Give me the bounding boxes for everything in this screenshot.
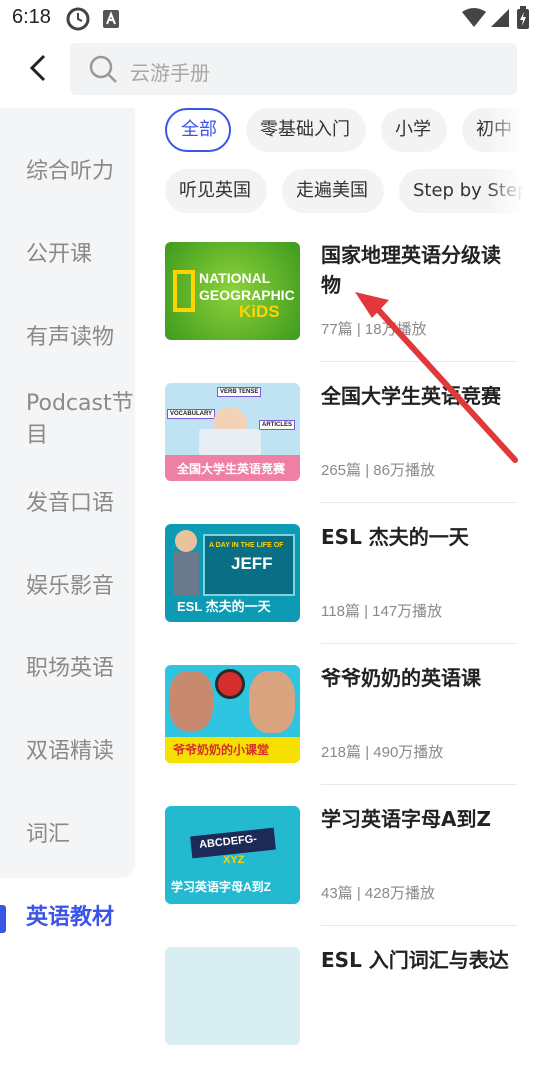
list-item[interactable]: ABCDEFG- XYZ 学习英语字母A到Z 学习英语字母A到Z 43篇 | 4… <box>165 806 517 947</box>
sidebar-item-vocabulary[interactable]: 词汇 <box>26 819 136 851</box>
divider <box>321 784 517 785</box>
competition-thumbnail: VERB TENSE VOCABULARY ARTICLES 全国大学生英语竞赛 <box>165 383 300 481</box>
nat-geo-kids-thumbnail: NATIONAL GEOGRAPHIC KiDS <box>165 242 300 340</box>
divider <box>321 643 517 644</box>
sidebar-item-audiobooks[interactable]: 有声读物 <box>26 322 136 354</box>
thumb-banner-text: 爷爷奶奶的小课堂 <box>173 743 270 757</box>
divider <box>321 502 517 503</box>
filter-chip-label: 零基础入门 <box>260 119 350 140</box>
sidebar-item-open-courses[interactable]: 公开课 <box>26 239 136 271</box>
sidebar-item-comprehensive-listening[interactable]: 综合听力 <box>26 156 136 188</box>
sidebar-active-indicator <box>0 905 6 933</box>
status-time: 6:18 <box>12 6 51 28</box>
chip-row-fade <box>486 108 540 152</box>
sidebar-item-bilingual-reading[interactable]: 双语精读 <box>26 736 136 768</box>
item-meta: 218篇 | 490万播放 <box>321 744 444 761</box>
esl-vocab-thumbnail <box>165 947 300 1045</box>
list-item[interactable]: ESL 入门词汇与表达 <box>165 947 517 1088</box>
nat-geo-logo-frame <box>173 270 195 312</box>
back-icon[interactable] <box>22 50 56 86</box>
thumb-tag: ARTICLES <box>259 420 295 430</box>
sync-icon <box>66 7 90 31</box>
jeff-thumbnail: A DAY IN THE LIFE OF JEFF ESL 杰夫的一天 <box>165 524 300 622</box>
divider <box>321 361 517 362</box>
item-meta: 43篇 | 428万播放 <box>321 885 435 902</box>
filter-chip-label: 小学 <box>395 119 431 140</box>
thumb-text: GEOGRAPHIC <box>199 287 295 303</box>
grandpa-face <box>169 671 213 731</box>
sidebar-item-entertainment[interactable]: 娱乐影音 <box>26 571 136 603</box>
filter-chip-across-america[interactable]: 走遍美国 <box>282 169 384 213</box>
sidebar-item-pronunciation[interactable]: 发音口语 <box>26 488 136 520</box>
laptop-illustration <box>199 429 261 455</box>
thumb-tag: VERB TENSE <box>217 387 262 397</box>
thumb-text: JEFF <box>231 554 273 573</box>
clock-icon <box>215 669 245 699</box>
battery-charging-icon <box>517 6 529 29</box>
sidebar-item-podcast[interactable]: Podcast节目 <box>26 388 136 452</box>
sidebar-item-textbooks[interactable]: 英语教材 <box>26 902 136 934</box>
filter-chip-primary[interactable]: 小学 <box>381 108 447 152</box>
sidebar-item-workplace-english[interactable]: 职场英语 <box>26 653 136 685</box>
chip-row-fade <box>486 169 540 213</box>
item-meta: 118篇 | 147万播放 <box>321 603 443 620</box>
item-title: ESL 杰夫的一天 <box>321 525 469 549</box>
item-title: 国家地理英语分级读物 <box>321 243 501 297</box>
list-item[interactable]: 爷爷奶奶的小课堂 爷爷奶奶的英语课 218篇 | 490万播放 <box>165 665 517 806</box>
grandma-face <box>249 671 295 733</box>
item-title: 全国大学生英语竞赛 <box>321 384 501 408</box>
search-icon <box>89 55 117 83</box>
thumb-banner-text: 学习英语字母A到Z <box>171 880 271 894</box>
filter-chip-all[interactable]: 全部 <box>165 108 231 152</box>
filter-chip-hear-britain[interactable]: 听见英国 <box>165 169 267 213</box>
thumb-tag: VOCABULARY <box>167 409 216 419</box>
filter-chip-label: 全部 <box>181 119 217 140</box>
thumb-text: A DAY IN THE LIFE OF <box>209 542 284 549</box>
search-placeholder: 云游手册 <box>130 61 210 85</box>
thumb-banner-text: ESL 杰夫的一天 <box>177 599 271 614</box>
list-item[interactable]: VERB TENSE VOCABULARY ARTICLES 全国大学生英语竞赛… <box>165 383 517 524</box>
filter-chip-label: 听见英国 <box>179 180 251 201</box>
jeff-body <box>173 552 199 596</box>
divider <box>321 925 517 926</box>
item-meta: 265篇 | 86万播放 <box>321 462 435 479</box>
list-item[interactable]: NATIONAL GEOGRAPHIC KiDS 国家地理英语分级读物 77篇 … <box>165 242 517 383</box>
alphabet-thumbnail: ABCDEFG- XYZ 学习英语字母A到Z <box>165 806 300 904</box>
signal-icon <box>491 9 509 27</box>
thumb-text: XYZ <box>223 854 245 866</box>
grandparents-thumbnail: 爷爷奶奶的小课堂 <box>165 665 300 763</box>
thumb-text: KiDS <box>239 302 280 321</box>
jeff-figure <box>175 530 197 552</box>
search-input[interactable]: 云游手册 <box>70 43 517 95</box>
filter-chip-label: 走遍美国 <box>296 180 368 201</box>
item-title: 学习英语字母A到Z <box>321 807 491 831</box>
status-bar: 6:18 <box>0 0 540 36</box>
item-meta: 77篇 | 18万播放 <box>321 321 427 338</box>
app-notification-icon <box>103 10 119 28</box>
filter-chip-beginner[interactable]: 零基础入门 <box>246 108 366 152</box>
wifi-icon <box>462 8 486 27</box>
item-title: ESL 入门词汇与表达 <box>321 948 509 972</box>
list-item[interactable]: A DAY IN THE LIFE OF JEFF ESL 杰夫的一天 ESL … <box>165 524 517 665</box>
thumb-banner-text: 全国大学生英语竞赛 <box>177 462 286 476</box>
thumb-text: NATIONAL <box>199 270 271 286</box>
item-title: 爷爷奶奶的英语课 <box>321 666 481 690</box>
